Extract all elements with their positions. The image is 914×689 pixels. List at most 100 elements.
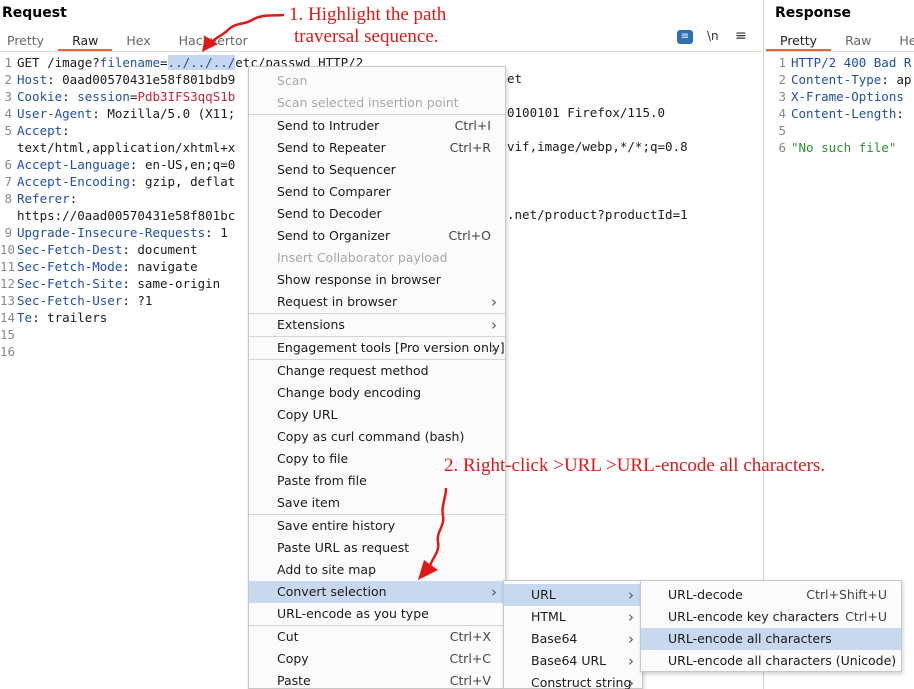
menu-item-url-encode-key-characters[interactable]: URL-encode key characters Ctrl+U xyxy=(641,606,901,628)
menu-item-shortcut: Ctrl+U xyxy=(845,609,887,624)
menu-item-label: Copy to file xyxy=(277,451,349,466)
menu-item-label: Base64 URL xyxy=(531,653,607,668)
menu-item-label: Copy xyxy=(277,651,309,666)
code-token: Sec-Fetch-Mode xyxy=(17,259,123,274)
code-token: Referer xyxy=(17,191,70,206)
newline-toggle-icon[interactable]: \n xyxy=(707,29,719,43)
line-number: 4 xyxy=(4,106,12,121)
menu-item-engagement-tools-pro-version-only[interactable]: Engagement tools [Pro version only] › xyxy=(249,337,505,359)
tab-he[interactable]: He xyxy=(885,33,914,51)
menu-item-convert-selection[interactable]: Convert selection › xyxy=(249,581,505,603)
line-number: 6 xyxy=(778,140,786,155)
menu-item-label: Paste xyxy=(277,673,311,688)
menu-item-url[interactable]: URL › xyxy=(504,584,642,606)
line-number: 12 xyxy=(0,276,16,291)
tab-pretty[interactable]: Pretty xyxy=(0,33,58,51)
line-code: Content-Type: ap xyxy=(791,71,911,88)
menu-item-send-to-intruder[interactable]: Send to Intruder Ctrl+I xyxy=(249,115,505,137)
menu-item-base64-url[interactable]: Base64 URL › xyxy=(504,650,642,672)
tab-raw[interactable]: Raw xyxy=(831,33,885,51)
line-number: 11 xyxy=(0,259,16,274)
annotation-step1-line2: traversal sequence. xyxy=(294,26,439,47)
menu-item-url-encode-all-characters[interactable]: URL-encode all characters xyxy=(641,628,901,650)
menu-item-html[interactable]: HTML › xyxy=(504,606,642,628)
chevron-right-icon: › xyxy=(491,293,497,311)
menu-item-add-to-site-map[interactable]: Add to site map xyxy=(249,559,505,581)
response-tabs-underline xyxy=(764,51,914,52)
line-number: 6 xyxy=(4,157,12,172)
request-line-fragment: vif,image/webp,*/*;q=0.8 xyxy=(507,139,688,154)
menu-item-save-entire-history[interactable]: Save entire history xyxy=(249,515,505,537)
line-code: Referer: xyxy=(17,190,77,207)
menu-item-show-response-in-browser[interactable]: Show response in browser xyxy=(249,269,505,291)
code-token: : gzip, deflat xyxy=(129,174,236,189)
line-number: 1 xyxy=(4,55,12,70)
code-token: : trailers xyxy=(32,310,108,325)
line-number: 13 xyxy=(0,293,16,308)
menu-item-paste[interactable]: Paste Ctrl+V xyxy=(249,670,505,689)
tab-pretty[interactable]: Pretty xyxy=(766,33,832,51)
tab-hex[interactable]: Hex xyxy=(112,33,164,51)
menu-item-change-request-method[interactable]: Change request method xyxy=(249,360,505,382)
menu-item-url-encode-as-you-type[interactable]: URL-encode as you type xyxy=(249,603,505,625)
menu-item-send-to-repeater[interactable]: Send to Repeater Ctrl+R xyxy=(249,137,505,159)
menu-item-label: Scan selected insertion point xyxy=(277,95,459,110)
menu-item-label: URL-encode all characters xyxy=(668,631,832,646)
code-token: : document xyxy=(122,242,198,257)
code-token: HTTP/2 400 Bad R xyxy=(791,55,912,70)
line-number: 3 xyxy=(778,89,786,104)
menu-item-label: Save item xyxy=(277,495,340,510)
menu-item-url-encode-all-characters-unicode[interactable]: URL-encode all characters (Unicode) xyxy=(641,650,901,672)
tab-raw[interactable]: Raw xyxy=(58,33,113,51)
code-token: session xyxy=(77,89,130,104)
menu-item-save-item[interactable]: Save item xyxy=(249,492,505,514)
code-token: : xyxy=(896,106,904,121)
menu-item-shortcut: Ctrl+C xyxy=(449,651,491,666)
menu-item-label: Cut xyxy=(277,629,299,644)
chevron-right-icon: › xyxy=(628,674,634,689)
line-code: Accept-Encoding: gzip, deflat xyxy=(17,173,235,190)
menu-item-url-decode[interactable]: URL-decode Ctrl+Shift+U xyxy=(641,584,901,606)
menu-item-copy-url[interactable]: Copy URL xyxy=(249,404,505,426)
menu-item-label: Add to site map xyxy=(277,562,377,577)
menu-item-send-to-organizer[interactable]: Send to Organizer Ctrl+O xyxy=(249,225,505,247)
chevron-right-icon: › xyxy=(491,316,497,334)
menu-item-paste-url-as-request[interactable]: Paste URL as request xyxy=(249,537,505,559)
menu-item-scan-selected-insertion-point: Scan selected insertion point xyxy=(249,92,505,114)
menu-item-construct-string[interactable]: Construct string › xyxy=(504,672,642,689)
line-number: 1 xyxy=(778,55,786,70)
menu-item-send-to-comparer[interactable]: Send to Comparer xyxy=(249,181,505,203)
request-line-fragment: 0100101 Firefox/115.0 xyxy=(507,105,666,120)
menu-item-scan: Scan xyxy=(249,70,505,92)
code-token: Content-Length xyxy=(791,106,897,121)
menu-item-send-to-decoder[interactable]: Send to Decoder xyxy=(249,203,505,225)
menu-item-label: Convert selection xyxy=(277,584,387,599)
menu-item-send-to-sequencer[interactable]: Send to Sequencer xyxy=(249,159,505,181)
code-token: Sec-Fetch-Dest xyxy=(17,242,123,257)
menu-item-copy-as-curl-command-bash[interactable]: Copy as curl command (bash) xyxy=(249,426,505,448)
word-wrap-icon[interactable]: ≡ xyxy=(677,30,693,44)
line-number: 15 xyxy=(0,327,16,342)
menu-item-label: Send to Intruder xyxy=(277,118,380,133)
tab-hackvertor[interactable]: Hackvertor xyxy=(165,33,262,51)
menu-item-label: HTML xyxy=(531,609,566,624)
menu-item-label: Engagement tools [Pro version only] xyxy=(277,340,505,355)
convert-selection-submenu: URL › HTML › Base64 › Base64 URL › Construct str… xyxy=(503,580,643,689)
menu-item-insert-collaborator-payload: Insert Collaborator payload xyxy=(249,247,505,269)
menu-item-change-body-encoding[interactable]: Change body encoding xyxy=(249,382,505,404)
menu-item-shortcut: Ctrl+V xyxy=(449,673,491,688)
chevron-right-icon: › xyxy=(628,586,634,604)
line-code: HTTP/2 400 Bad R xyxy=(791,54,911,71)
context-menu: Scan Scan selected insertion point Send to… xyxy=(248,66,506,689)
menu-item-cut[interactable]: Cut Ctrl+X xyxy=(249,626,505,648)
response-title: Response xyxy=(775,5,852,21)
line-number: 10 xyxy=(0,242,16,257)
menu-item-request-in-browser[interactable]: Request in browser › xyxy=(249,291,505,313)
menu-item-label: Copy URL xyxy=(277,407,338,422)
chevron-right-icon: › xyxy=(491,583,497,601)
menu-item-base64[interactable]: Base64 › xyxy=(504,628,642,650)
menu-item-extensions[interactable]: Extensions › xyxy=(249,314,505,336)
annotation-step1-line1: 1. Highlight the path xyxy=(289,4,447,25)
menu-item-copy[interactable]: Copy Ctrl+C xyxy=(249,648,505,670)
hamburger-menu-icon[interactable]: ≡ xyxy=(735,28,747,44)
